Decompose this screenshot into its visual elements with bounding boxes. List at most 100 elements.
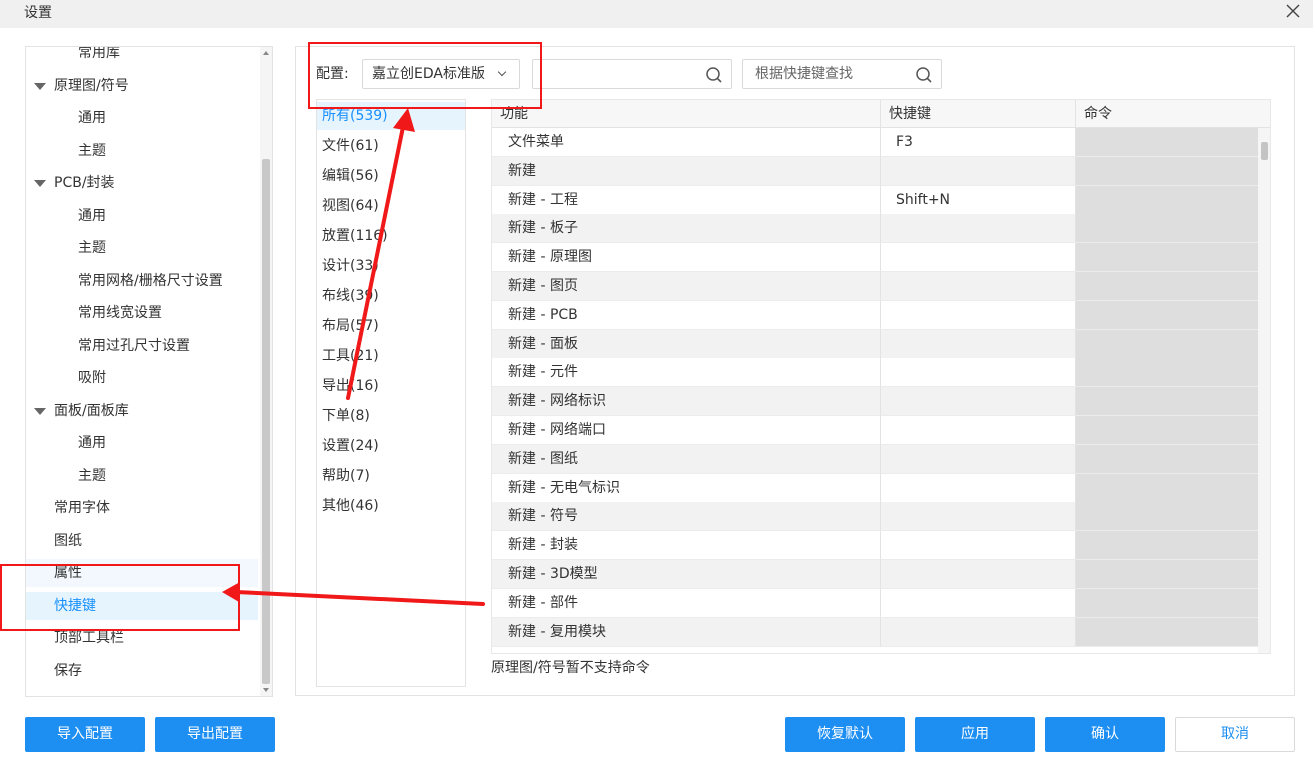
table-row[interactable]: 新建 - 板子 xyxy=(492,214,1258,244)
shortcut-cell[interactable] xyxy=(881,156,1076,186)
command-cell[interactable] xyxy=(1076,300,1258,330)
shortcut-cell[interactable]: Shift+N xyxy=(881,185,1076,215)
nav-item[interactable]: 常用字体 xyxy=(26,494,258,522)
table-row[interactable]: 新建 - 3D模型 xyxy=(492,560,1258,589)
nav-item[interactable]: 常用过孔尺寸设置 xyxy=(26,332,258,360)
command-cell[interactable] xyxy=(1076,560,1258,589)
caret-down-icon[interactable] xyxy=(34,407,46,415)
function-search-input[interactable] xyxy=(545,60,695,88)
table-row[interactable]: 新建 - 图页 xyxy=(492,272,1258,301)
category-item[interactable]: 设置(24) xyxy=(317,432,465,460)
command-cell[interactable] xyxy=(1076,387,1258,417)
table-row[interactable]: 新建 - 复用模块 xyxy=(492,617,1258,647)
category-item[interactable]: 设计(33) xyxy=(317,252,465,280)
category-item[interactable]: 其他(46) xyxy=(317,492,465,520)
column-header-shortcut[interactable]: 快捷键 xyxy=(881,100,1076,128)
category-item[interactable]: 编辑(56) xyxy=(317,162,465,190)
shortcut-cell[interactable] xyxy=(881,502,1076,532)
shortcut-cell[interactable] xyxy=(881,387,1076,417)
command-cell[interactable] xyxy=(1076,156,1258,186)
command-cell[interactable] xyxy=(1076,588,1258,618)
table-row[interactable]: 新建 - 无电气标识 xyxy=(492,473,1258,503)
search-icon[interactable] xyxy=(705,66,723,84)
shortcut-cell[interactable] xyxy=(881,358,1076,388)
column-header-function[interactable]: 功能 xyxy=(492,100,881,128)
shortcut-cell[interactable] xyxy=(881,416,1076,445)
category-item[interactable]: 视图(64) xyxy=(317,192,465,220)
table-row[interactable]: 新建 - 面板 xyxy=(492,329,1258,359)
nav-item[interactable]: 常用库 xyxy=(26,47,258,67)
table-row[interactable]: 新建 - PCB xyxy=(492,300,1258,330)
table-scroll-thumb[interactable] xyxy=(1261,142,1268,160)
apply-button[interactable]: 应用 xyxy=(915,717,1035,752)
table-row[interactable]: 新建 - 封装 xyxy=(492,531,1258,561)
column-header-command[interactable]: 命令 xyxy=(1076,100,1270,128)
shortcut-cell[interactable] xyxy=(881,560,1076,589)
caret-down-icon[interactable] xyxy=(34,180,46,187)
nav-group-item[interactable]: 面板/面板库 xyxy=(26,397,258,425)
command-cell[interactable] xyxy=(1076,214,1258,244)
export-config-button[interactable]: 导出配置 xyxy=(155,717,275,752)
command-cell[interactable] xyxy=(1076,531,1258,561)
nav-item[interactable]: 通用 xyxy=(26,202,258,230)
command-cell[interactable] xyxy=(1076,358,1258,388)
nav-item[interactable]: 主题 xyxy=(26,137,258,165)
nav-item[interactable]: 常用网格/栅格尺寸设置 xyxy=(26,267,258,295)
confirm-button[interactable]: 确认 xyxy=(1045,717,1165,752)
search-icon[interactable] xyxy=(915,66,933,84)
shortcut-cell[interactable] xyxy=(881,617,1076,647)
category-item[interactable]: 文件(61) xyxy=(317,132,465,160)
shortcut-cell[interactable] xyxy=(881,272,1076,301)
close-icon[interactable] xyxy=(1283,1,1303,21)
table-row[interactable]: 新建 - 元件 xyxy=(492,358,1258,388)
table-row[interactable]: 新建 - 网络端口 xyxy=(492,416,1258,445)
shortcut-cell[interactable] xyxy=(881,473,1076,503)
nav-item[interactable]: 图纸 xyxy=(26,527,258,555)
table-row[interactable]: 新建 xyxy=(492,156,1258,186)
shortcut-search-input[interactable] xyxy=(755,60,905,88)
category-item[interactable]: 布局(57) xyxy=(317,312,465,340)
shortcut-cell[interactable] xyxy=(881,300,1076,330)
command-cell[interactable] xyxy=(1076,502,1258,532)
nav-item[interactable]: 主题 xyxy=(26,234,258,262)
command-cell[interactable] xyxy=(1076,329,1258,359)
table-row[interactable]: 新建 - 网络标识 xyxy=(492,387,1258,417)
table-row[interactable]: 新建 - 部件 xyxy=(492,588,1258,618)
category-item[interactable]: 帮助(7) xyxy=(317,462,465,490)
command-cell[interactable] xyxy=(1076,128,1258,157)
command-cell[interactable] xyxy=(1076,416,1258,445)
table-scrollbar[interactable] xyxy=(1258,128,1270,653)
cancel-button[interactable]: 取消 xyxy=(1175,717,1295,752)
nav-item[interactable]: 通用 xyxy=(26,104,258,132)
table-row[interactable]: 新建 - 图纸 xyxy=(492,444,1258,474)
category-item[interactable]: 下单(8) xyxy=(317,402,465,430)
nav-scroll-thumb[interactable] xyxy=(262,159,270,684)
table-row[interactable]: 新建 - 原理图 xyxy=(492,243,1258,273)
command-cell[interactable] xyxy=(1076,473,1258,503)
caret-down-icon[interactable] xyxy=(34,82,46,90)
table-row[interactable]: 新建 - 符号 xyxy=(492,502,1258,532)
nav-item[interactable]: 通用 xyxy=(26,429,258,457)
command-cell[interactable] xyxy=(1076,272,1258,301)
category-item[interactable]: 布线(39) xyxy=(317,282,465,310)
table-row[interactable]: 文件菜单 F3 xyxy=(492,128,1258,157)
restore-default-button[interactable]: 恢复默认 xyxy=(785,717,905,752)
command-cell[interactable] xyxy=(1076,617,1258,647)
command-cell[interactable] xyxy=(1076,444,1258,474)
category-item[interactable]: 放置(116) xyxy=(317,222,465,250)
nav-item[interactable]: 常用线宽设置 xyxy=(26,299,258,327)
nav-item[interactable]: 主题 xyxy=(26,462,258,490)
scroll-up-icon[interactable] xyxy=(263,51,269,55)
shortcut-cell[interactable] xyxy=(881,329,1076,359)
shortcut-cell[interactable] xyxy=(881,531,1076,561)
category-item[interactable]: 工具(21) xyxy=(317,342,465,370)
table-row[interactable]: 新建 - 工程 Shift+N xyxy=(492,185,1258,215)
nav-item[interactable]: 保存 xyxy=(26,657,258,685)
nav-item[interactable]: 吸附 xyxy=(26,364,258,392)
command-cell[interactable] xyxy=(1076,243,1258,273)
import-config-button[interactable]: 导入配置 xyxy=(25,717,145,752)
shortcut-cell[interactable] xyxy=(881,214,1076,244)
nav-scrollbar[interactable] xyxy=(260,47,272,696)
shortcut-cell[interactable] xyxy=(881,444,1076,474)
shortcut-cell[interactable] xyxy=(881,588,1076,618)
